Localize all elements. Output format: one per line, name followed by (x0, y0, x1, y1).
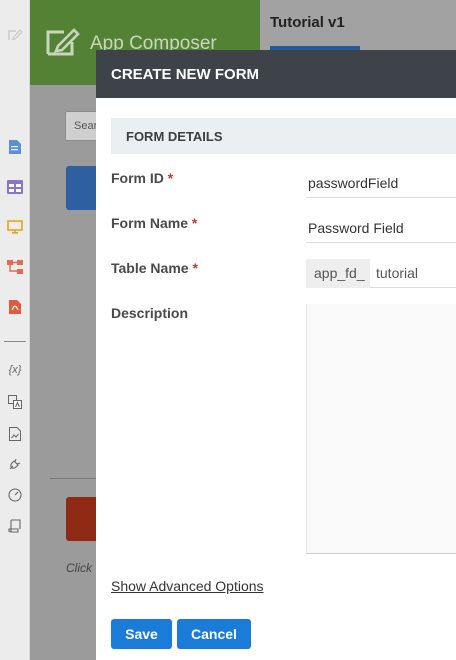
gauge-icon[interactable] (7, 487, 23, 503)
dialog-header: CREATE NEW FORM (96, 50, 456, 98)
monitor-icon[interactable] (7, 219, 23, 235)
version-title: Tutorial v1 (270, 14, 345, 31)
document-icon[interactable] (7, 139, 23, 155)
required-marker: * (192, 260, 198, 276)
form-id-field[interactable]: passwordField (306, 169, 456, 198)
table-name-prefix: app_fd_ (306, 259, 370, 288)
required-marker: * (167, 170, 174, 186)
rail-divider (4, 341, 26, 342)
edit-logo-icon (44, 26, 80, 63)
form-name-label: Form Name * (111, 215, 198, 231)
save-button[interactable]: Save (111, 619, 172, 649)
left-icon-rail: {x} (0, 0, 30, 660)
description-label: Description (111, 305, 189, 321)
table-name-field[interactable]: tutorial (370, 259, 418, 287)
translate-icon[interactable] (7, 394, 23, 410)
form-id-label: Form ID * (111, 170, 174, 186)
version-tab: Tutorial v1 (260, 0, 456, 50)
table-icon[interactable] (7, 179, 23, 195)
image-file-icon[interactable] (7, 426, 23, 442)
hierarchy-icon[interactable] (7, 259, 23, 275)
description-textarea[interactable] (306, 304, 456, 554)
cancel-button[interactable]: Cancel (177, 619, 251, 649)
form-name-field[interactable]: Password Field (306, 214, 456, 243)
plugin-icon[interactable] (7, 456, 23, 472)
scroll-icon[interactable] (7, 518, 23, 534)
pdf-icon[interactable] (7, 299, 23, 315)
table-name-label: Table Name * (111, 260, 198, 276)
divider (50, 478, 100, 479)
variable-icon[interactable]: {x} (6, 362, 24, 378)
edit-icon[interactable] (7, 27, 23, 43)
required-marker: * (191, 215, 198, 231)
background-hint: Click (66, 561, 92, 575)
form-details-section: FORM DETAILS (111, 118, 456, 154)
table-name-group: app_fd_ tutorial (306, 259, 456, 288)
show-advanced-options-link[interactable]: Show Advanced Options (111, 578, 264, 594)
create-form-dialog: CREATE NEW FORM FORM DETAILS Form ID * p… (96, 50, 456, 660)
dialog-title: CREATE NEW FORM (111, 66, 260, 83)
